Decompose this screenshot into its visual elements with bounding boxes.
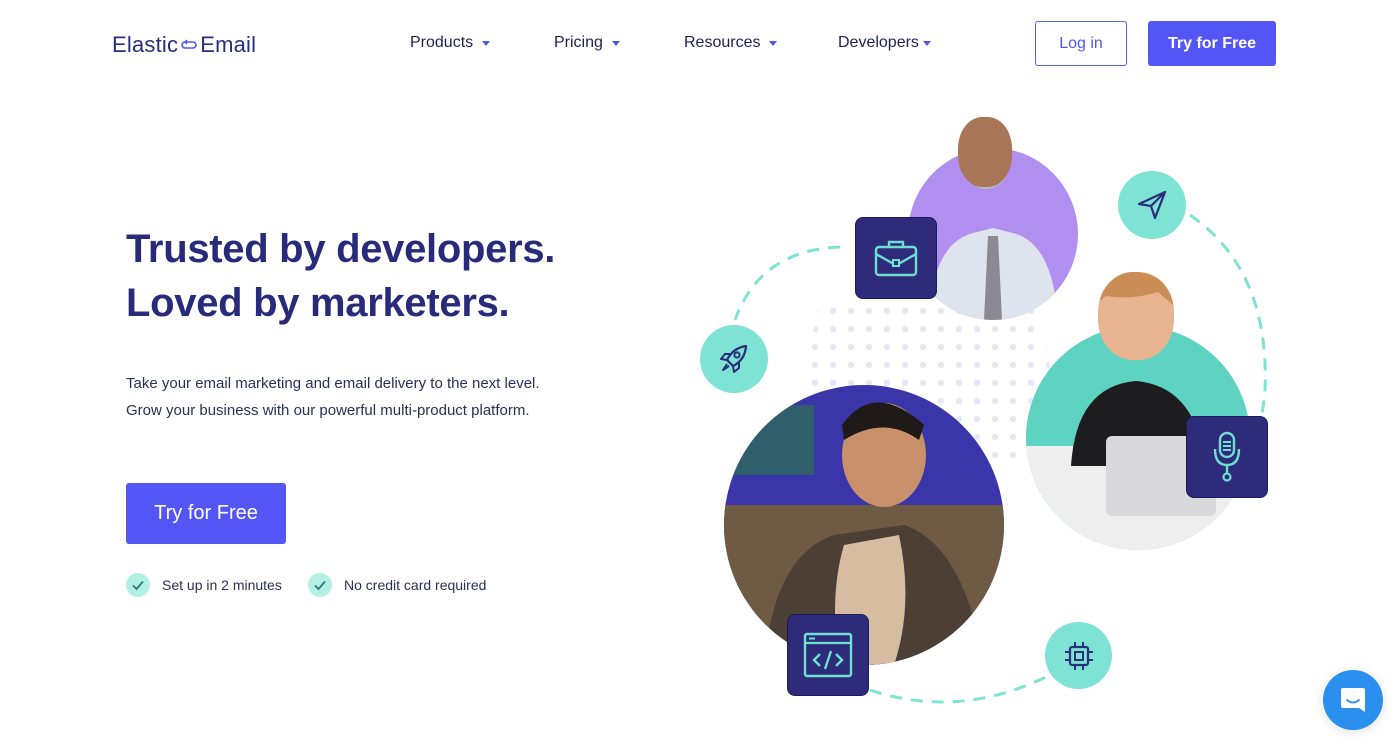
hero-illustration: [0, 0, 1400, 745]
rocket-icon: [720, 344, 748, 373]
chip-icon: [1064, 641, 1093, 670]
rocket-bubble: [700, 325, 768, 393]
code-window-tile: [787, 614, 869, 696]
chip-bubble: [1045, 622, 1112, 689]
paper-plane-icon: [1137, 190, 1167, 220]
microphone-tile: [1186, 416, 1268, 498]
paper-plane-bubble: [1118, 171, 1186, 239]
microphone-icon: [1213, 431, 1241, 482]
briefcase-icon: [874, 240, 918, 277]
code-window-icon: [803, 632, 853, 678]
businessman-head: [958, 117, 1012, 187]
woman-head: [1098, 272, 1174, 360]
chat-icon: [1341, 688, 1365, 712]
briefcase-tile: [855, 217, 937, 299]
chat-launcher-button[interactable]: [1323, 670, 1383, 730]
